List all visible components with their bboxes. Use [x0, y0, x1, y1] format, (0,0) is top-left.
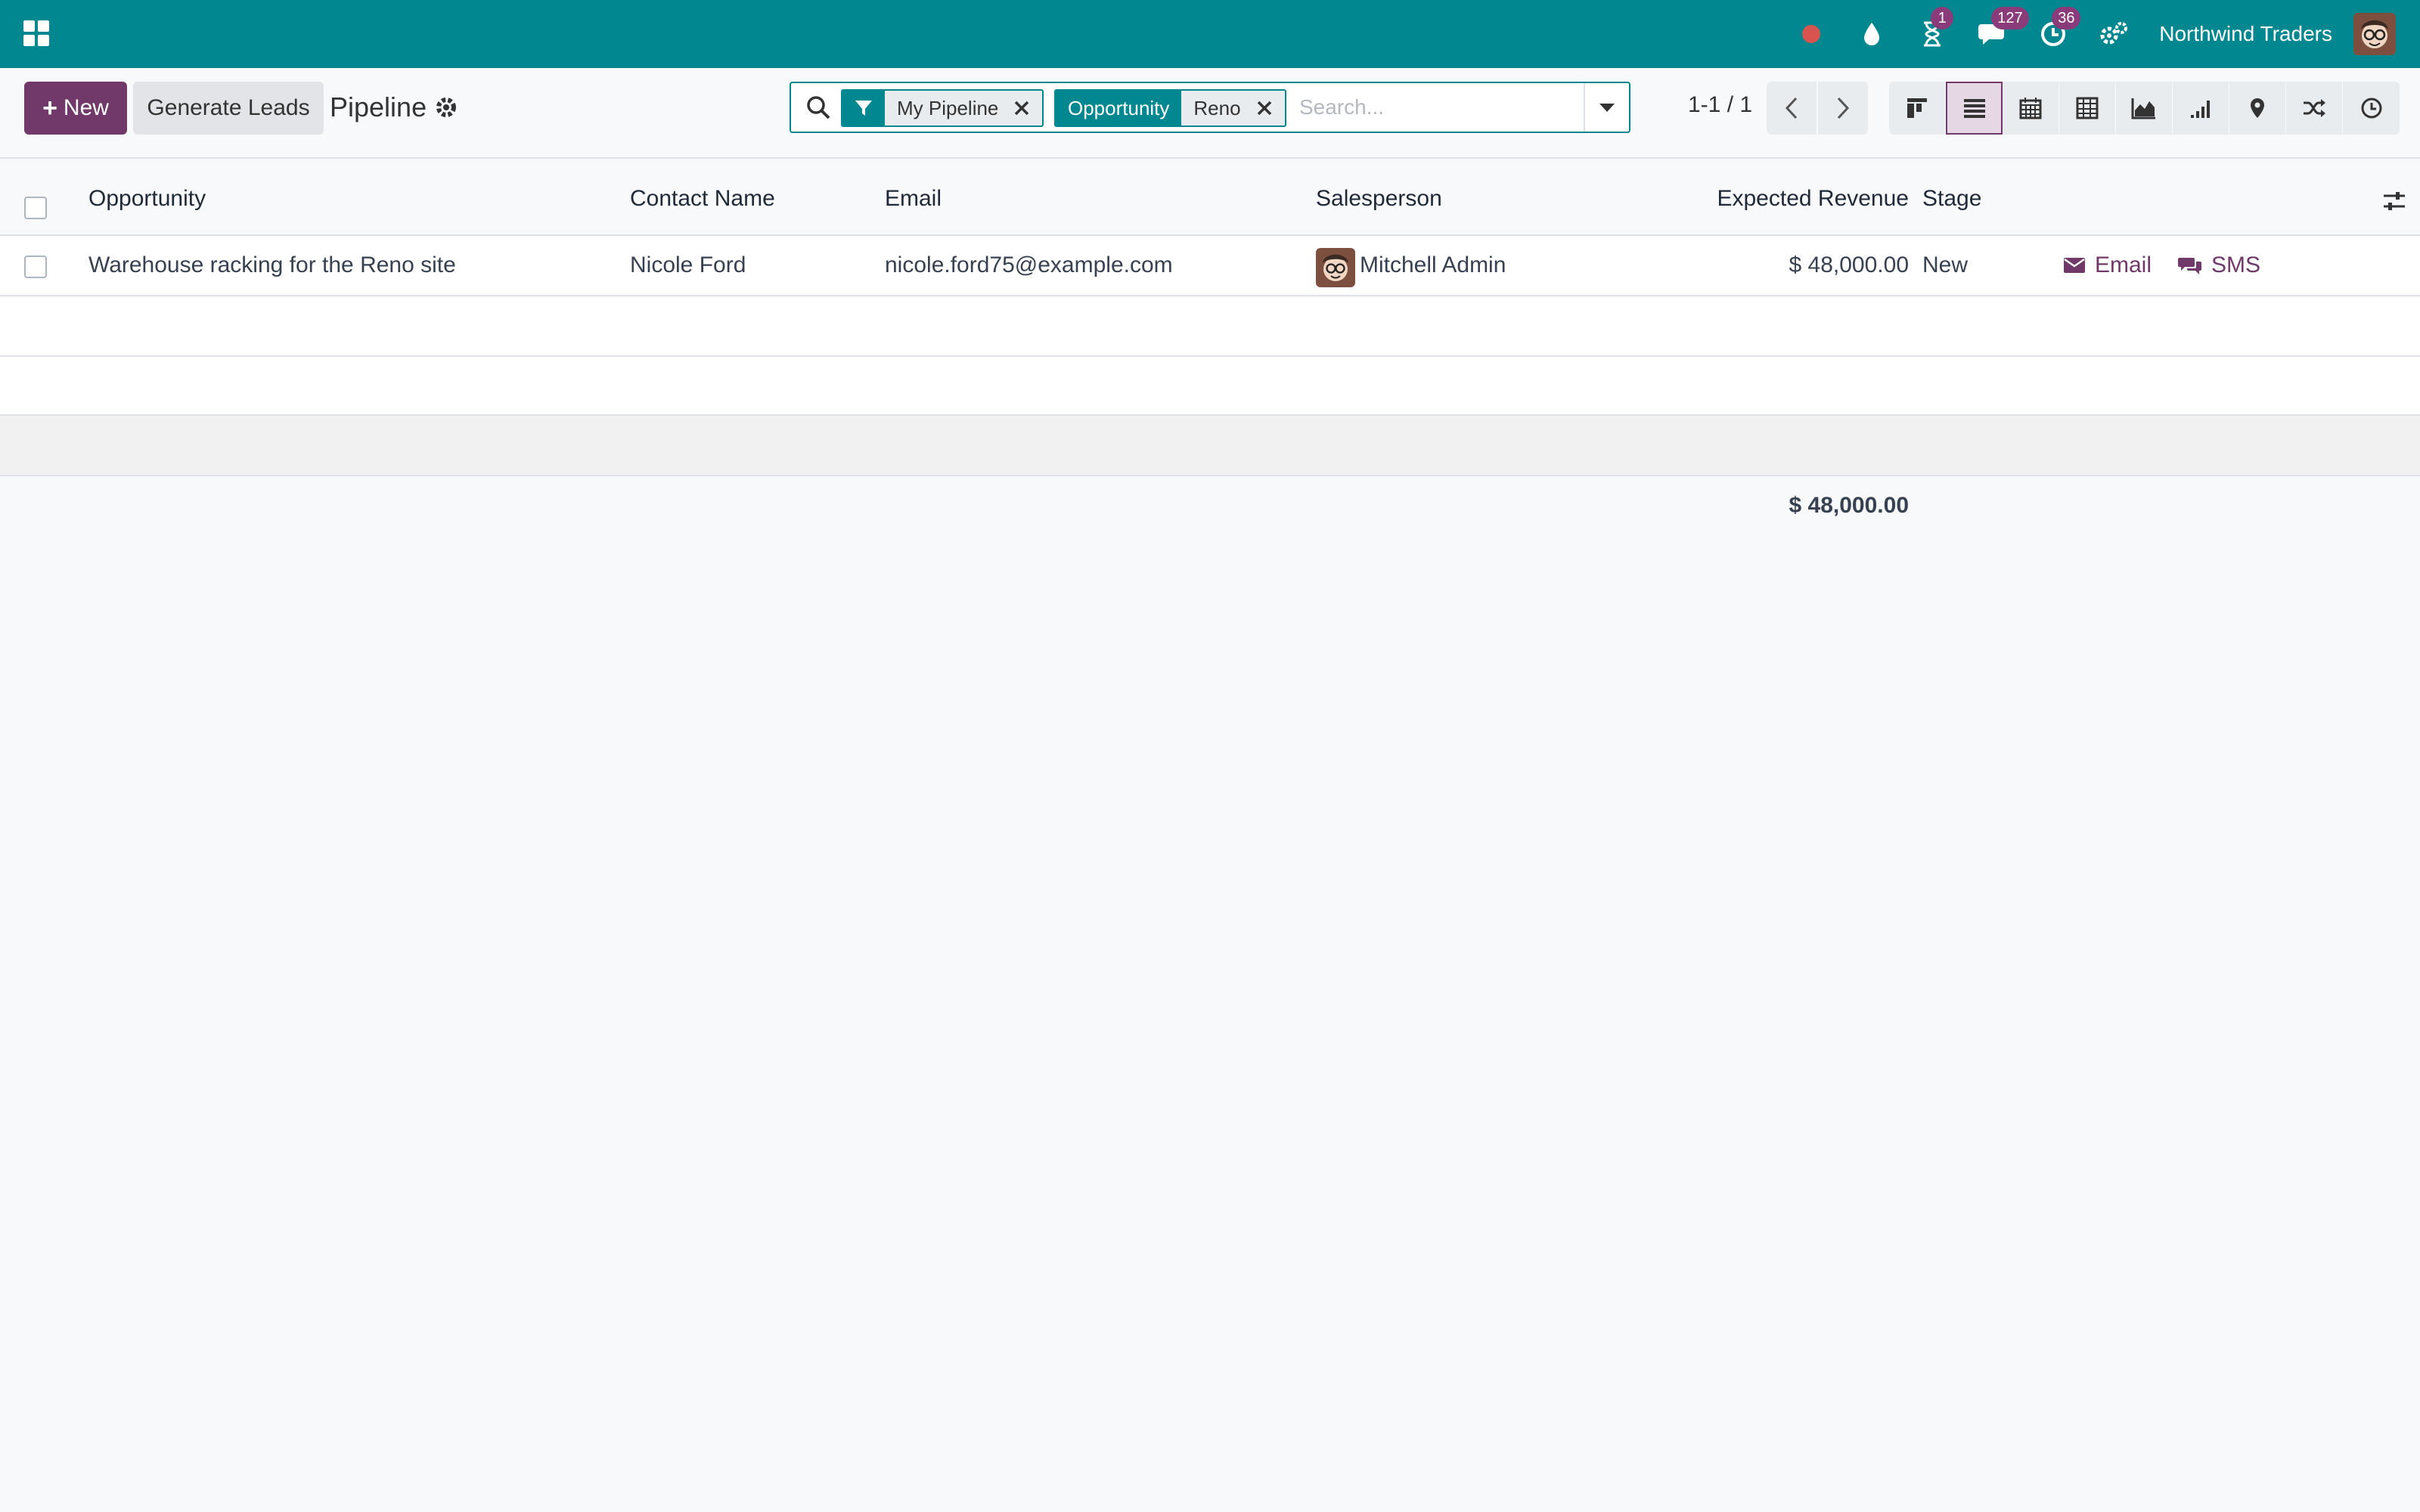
kanban-view-button[interactable] — [1889, 82, 1946, 135]
column-header-stage[interactable]: Stage — [1922, 186, 1981, 212]
plus-icon: + — [42, 94, 57, 122]
sms-action-label: SMS — [2211, 253, 2261, 277]
search-dropdown-toggle[interactable] — [1584, 83, 1629, 132]
random-shuffle-icon — [2304, 99, 2325, 117]
facet-value: Reno — [1181, 91, 1253, 125]
settings-gears-icon[interactable] — [2099, 19, 2129, 49]
calendar-icon — [2019, 98, 2042, 119]
navbar-systray: 1 127 36 Northwind Traders — [1766, 0, 2396, 68]
search-bar: My Pipeline Opportunity Reno — [790, 82, 1630, 133]
column-header-contact-name[interactable]: Contact Name — [630, 186, 775, 212]
footer-total-revenue: $ 48,000.00 — [1789, 493, 1909, 518]
cell-contact-name: Nicole Ford — [630, 253, 746, 277]
column-settings-sliders-icon[interactable] — [2382, 189, 2406, 213]
breadcrumb-pipeline: Pipeline — [330, 91, 427, 122]
pager-previous-button[interactable] — [1767, 82, 1817, 135]
generate-leads-label: Generate Leads — [147, 95, 310, 120]
facet-remove-icon[interactable] — [1010, 91, 1043, 125]
activities-badge: 1 — [1931, 7, 1954, 29]
map-marker-icon — [2251, 98, 2264, 118]
activity-view-button[interactable] — [2286, 82, 2343, 135]
kanban-icon — [1907, 98, 1927, 118]
control-panel: + New Generate Leads Pipeline My Pipelin… — [0, 68, 2420, 159]
facet-label: Opportunity — [1056, 91, 1182, 125]
filter-icon — [842, 91, 885, 125]
chevron-left-icon — [1785, 97, 1798, 119]
droplet-icon[interactable] — [1857, 19, 1887, 49]
empty-row — [0, 298, 2420, 357]
list-view-button[interactable] — [1946, 82, 2003, 135]
cell-salesperson: Mitchell Admin — [1360, 253, 1506, 277]
select-all-checkbox[interactable] — [24, 197, 47, 219]
activities-hourglass-icon[interactable]: 1 — [1917, 7, 1954, 49]
envelope-icon — [2064, 258, 2085, 273]
clock-icon[interactable]: 36 — [2038, 7, 2081, 49]
column-header-salesperson[interactable]: Salesperson — [1316, 186, 1442, 212]
cell-expected-revenue: $ 48,000.00 — [1789, 253, 1909, 277]
area-chart-icon — [2131, 98, 2155, 119]
row-checkbox[interactable] — [24, 256, 47, 278]
empty-row — [0, 416, 2420, 476]
sms-action-button[interactable]: SMS — [2178, 253, 2260, 278]
clock-view-icon — [2361, 98, 2381, 119]
graph-view-button[interactable] — [2116, 82, 2173, 135]
empty-row — [0, 357, 2420, 416]
new-button-label: New — [63, 95, 109, 120]
pager-next-button[interactable] — [1818, 82, 1868, 135]
list-icon — [1963, 99, 1985, 118]
apps-menu-icon[interactable] — [23, 20, 50, 47]
list-header: Opportunity Contact Name Email Salespers… — [0, 159, 2420, 236]
salesperson-avatar — [1316, 248, 1355, 287]
cell-stage: New — [1922, 253, 1969, 277]
map-view-button[interactable] — [2229, 82, 2286, 135]
email-action-button[interactable]: Email — [2063, 253, 2152, 278]
column-header-email[interactable]: Email — [885, 186, 942, 212]
column-header-opportunity[interactable]: Opportunity — [88, 186, 206, 212]
clock-badge: 36 — [2052, 7, 2081, 29]
table-row[interactable]: Warehouse racking for the Reno site Nico… — [0, 236, 2420, 296]
messages-badge: 127 — [1991, 7, 2029, 29]
recent-view-button[interactable] — [2343, 82, 2400, 135]
pivot-table-icon — [2076, 97, 2099, 119]
company-switcher[interactable]: Northwind Traders — [2159, 22, 2332, 46]
top-navbar: 1 127 36 Northwind Traders — [0, 0, 2420, 68]
user-avatar[interactable] — [2353, 13, 2396, 55]
generate-leads-button[interactable]: Generate Leads — [133, 82, 324, 135]
facet-value: My Pipeline — [885, 91, 1011, 125]
cell-opportunity: Warehouse racking for the Reno site — [88, 253, 456, 277]
action-gear-icon[interactable] — [434, 95, 458, 119]
search-icon[interactable] — [805, 94, 832, 121]
signal-bars-icon — [2191, 101, 2210, 118]
facet-remove-icon[interactable] — [1252, 91, 1285, 125]
view-switcher — [1889, 82, 2400, 135]
calendar-view-button[interactable] — [2003, 82, 2059, 135]
pager-value[interactable]: 1-1 / 1 — [1688, 92, 1752, 118]
record-dot-icon[interactable] — [1796, 19, 1826, 49]
cell-email: nicole.ford75@example.com — [885, 253, 1173, 277]
new-button[interactable]: + New — [24, 82, 127, 135]
cohort-view-button[interactable] — [2173, 82, 2229, 135]
email-action-label: Email — [2095, 253, 2152, 277]
comments-icon — [2178, 258, 2201, 274]
facet-my-pipeline: My Pipeline — [841, 89, 1044, 127]
search-input[interactable] — [1299, 92, 1571, 122]
chevron-right-icon — [1837, 97, 1850, 119]
column-header-expected-revenue[interactable]: Expected Revenue — [1717, 186, 1909, 212]
caret-down-icon — [1599, 104, 1615, 112]
facet-opportunity: Opportunity Reno — [1054, 89, 1286, 127]
messages-chat-icon[interactable]: 127 — [1978, 7, 2029, 49]
pivot-view-button[interactable] — [2059, 82, 2116, 135]
